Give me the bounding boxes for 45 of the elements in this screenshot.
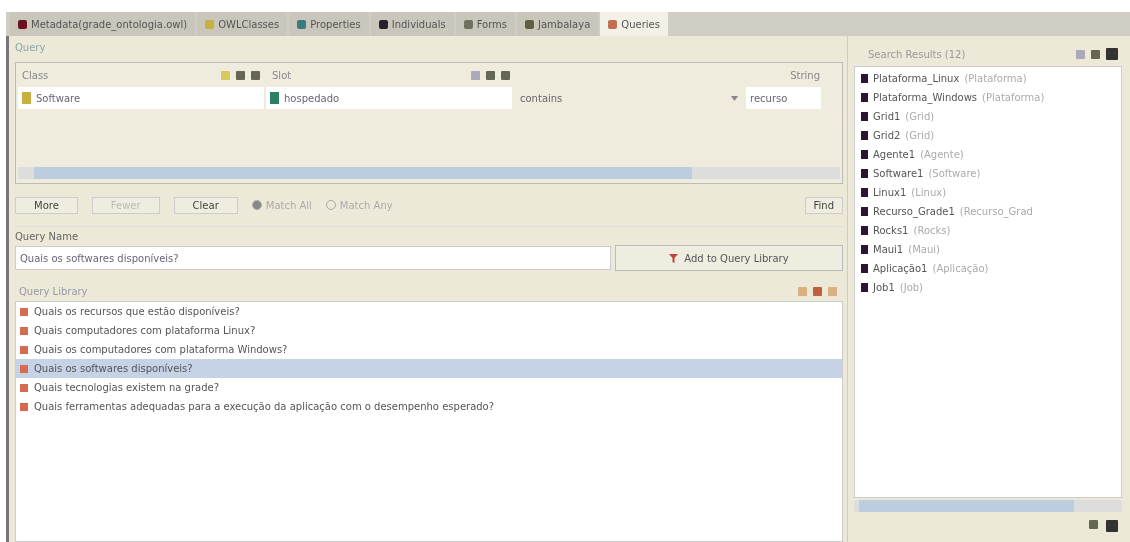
scrollbar[interactable] <box>854 500 1122 512</box>
result-item[interactable]: Job1 (Job) <box>855 278 1121 297</box>
section-header: Query Library <box>19 286 88 297</box>
result-item[interactable]: Plataforma_Linux (Plataforma) <box>855 69 1121 88</box>
query-button[interactable]: More <box>15 196 78 214</box>
query-item[interactable]: Quais tecnologias existem na grade? <box>16 378 842 397</box>
result-item[interactable]: Grid2 (Grid) <box>855 126 1121 145</box>
slot-field[interactable]: hospedado <box>266 87 512 109</box>
field-label: Class <box>22 69 49 81</box>
tab[interactable]: Metadata(grade_ontologia.owl) <box>10 12 196 36</box>
scrollbar[interactable] <box>18 167 840 179</box>
field-label: Slot <box>272 69 292 81</box>
query-item[interactable]: Quais computadores com plataforma Linux? <box>16 321 842 340</box>
query-item[interactable]: Quais os softwares disponíveis? <box>16 359 842 378</box>
tab[interactable]: Jambalaya <box>517 12 599 36</box>
result-item[interactable]: Agente1 (Agente) <box>855 145 1121 164</box>
find-button[interactable]: Find <box>804 196 843 214</box>
class-field[interactable]: Software <box>18 87 264 109</box>
string-field[interactable]: recurso <box>746 87 821 109</box>
field-label: String <box>790 69 820 81</box>
section-header: Query Name <box>15 226 843 244</box>
query-name-field[interactable]: Quais os softwares disponíveis? <box>15 246 611 270</box>
result-item[interactable]: Grid1 (Grid) <box>855 107 1121 126</box>
funnel-icon <box>669 253 679 263</box>
query-item[interactable]: Quais ferramentas adequadas para a execução da aplicação com o desempenho esperado? <box>16 397 842 416</box>
section-header: Query <box>15 41 47 55</box>
result-item[interactable]: Recurso_Grade1 (Recurso_Grad <box>855 202 1121 221</box>
results-header: Search Results (12) <box>868 48 966 60</box>
tab[interactable]: Forms <box>455 12 516 36</box>
result-item[interactable]: Maui1 (Maui) <box>855 240 1121 259</box>
add-to-library-button[interactable]: Add to Query Library <box>615 245 843 271</box>
result-item[interactable]: Linux1 (Linux) <box>855 183 1121 202</box>
result-item[interactable]: Software1 (Software) <box>855 164 1121 183</box>
tab[interactable]: Individuals <box>370 12 454 36</box>
result-item[interactable]: Plataforma_Windows (Plataforma) <box>855 88 1121 107</box>
result-item[interactable]: Rocks1 (Rocks) <box>855 221 1121 240</box>
tab[interactable]: OWLClasses <box>197 12 288 36</box>
tab[interactable]: Properties <box>289 12 369 36</box>
result-item[interactable]: Aplicação1 (Aplicação) <box>855 259 1121 278</box>
tab[interactable]: Queries <box>600 12 668 36</box>
operator-dropdown[interactable]: contains <box>514 87 744 109</box>
caret-icon <box>731 95 738 101</box>
query-item[interactable]: Quais os recursos que estão disponíveis? <box>16 302 842 321</box>
query-button[interactable]: Clear <box>173 196 238 214</box>
query-item[interactable]: Quais os computadores com plataforma Windows? <box>16 340 842 359</box>
